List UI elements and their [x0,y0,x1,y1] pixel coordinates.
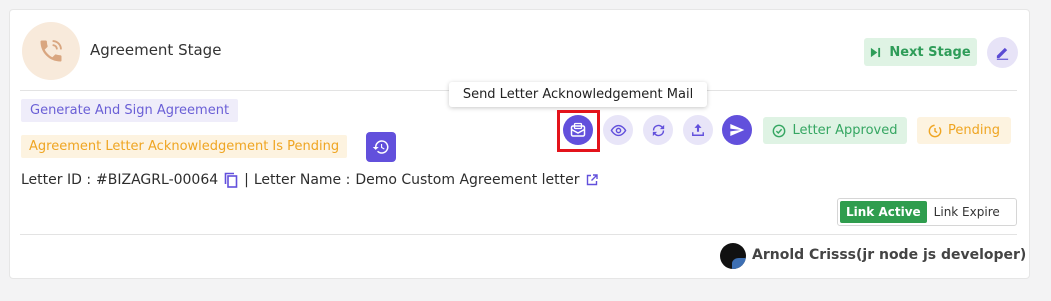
send-ack-mail-button[interactable] [563,115,593,145]
link-status-toggle: Link Active Link Expire [837,198,1017,226]
external-link-icon [586,174,598,186]
send-ack-mail-tooltip: Send Letter Acknowledgement Mail [449,82,707,107]
open-letter-link[interactable] [586,174,598,186]
stage-icon-circle [22,22,80,80]
view-letter-button[interactable] [603,115,633,145]
letter-id-value: #BIZAGRL-00064 [96,172,219,188]
letter-approved-label: Letter Approved [792,123,898,138]
history-button[interactable] [366,132,396,162]
check-circle-icon [773,124,786,137]
next-stage-icon [871,47,881,57]
pending-badge: Pending [917,117,1011,144]
pending-label: Pending [948,123,1000,138]
letter-id-label: Letter ID : [21,172,92,188]
letter-separator: | [244,172,249,188]
history-icon [372,140,389,154]
letter-approved-badge: Letter Approved [763,117,907,144]
generate-sign-tag: Generate And Sign Agreement [21,99,239,122]
edit-button[interactable] [987,37,1018,68]
user-name: Arnold Crisss(jr node js developer) [752,247,1027,263]
next-stage-button[interactable]: Next Stage [864,38,977,66]
link-active-option[interactable]: Link Active [840,201,927,223]
upload-icon [692,123,704,136]
letter-name-label: Letter Name : [253,172,351,188]
next-stage-label: Next Stage [889,44,971,60]
link-expire-option[interactable]: Link Expire [927,205,1007,219]
letter-info-row: Letter ID : #BIZAGRL-00064 | Letter Name… [21,170,602,190]
ack-pending-tag: Agreement Letter Acknowledgement Is Pend… [21,135,348,158]
letter-name-value: Demo Custom Agreement letter [355,172,580,188]
regenerate-button[interactable] [643,115,673,145]
avatar [720,243,746,269]
copy-icon [224,172,238,188]
refresh-icon [652,124,664,136]
divider-bottom [20,234,1017,235]
eye-icon [610,124,626,136]
copy-button[interactable] [224,172,238,188]
phone-icon [40,40,62,62]
send-letter-button[interactable] [722,115,752,145]
edit-icon [996,47,1009,60]
mail-icon [570,122,586,137]
upload-button[interactable] [683,115,713,145]
send-icon [730,124,745,136]
stage-title: Agreement Stage [90,41,222,59]
pending-clock-icon [928,124,942,137]
